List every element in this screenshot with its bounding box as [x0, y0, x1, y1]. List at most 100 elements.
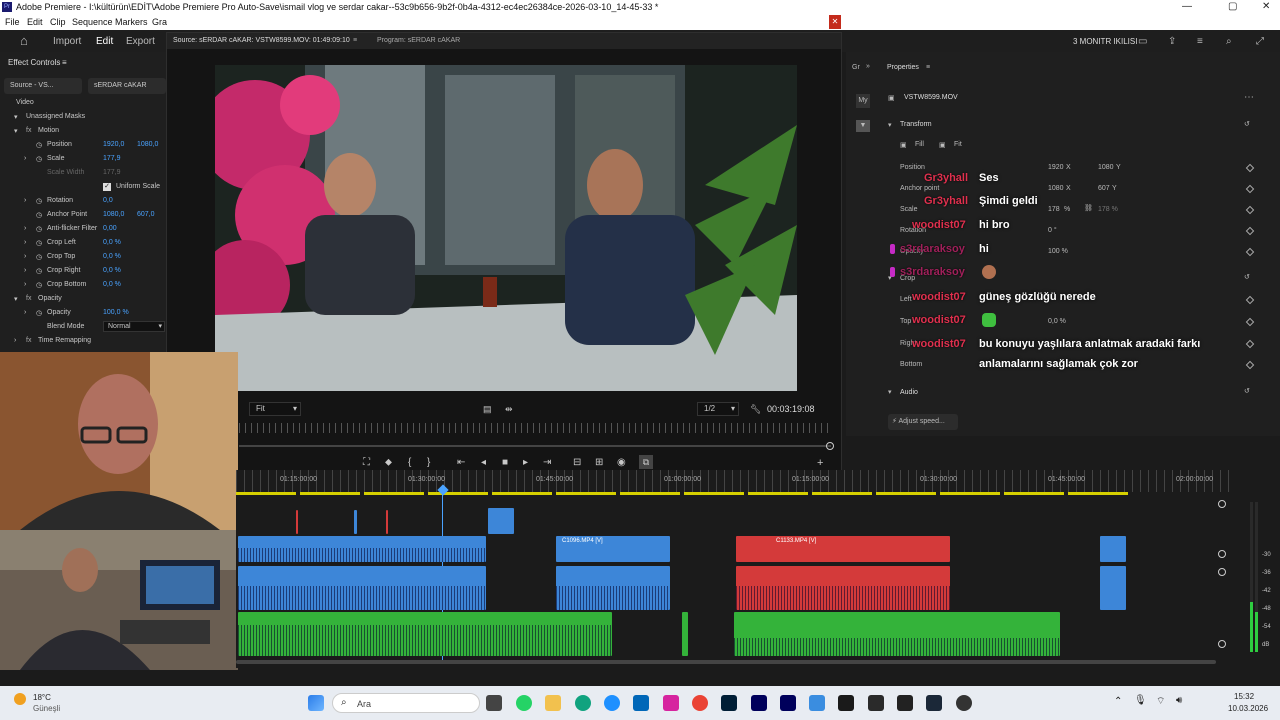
go-to-out-icon[interactable]: ⇥: [543, 457, 551, 468]
export-frame-icon[interactable]: ⛶: [363, 457, 370, 468]
chrome-icon[interactable]: [692, 695, 708, 711]
weather-temp[interactable]: 18°C: [33, 693, 51, 702]
panel-menu-icon[interactable]: ≡: [62, 58, 67, 67]
menu-markers[interactable]: Markers: [115, 17, 148, 27]
timeline-clip[interactable]: [1100, 536, 1126, 562]
properties-title[interactable]: Properties: [887, 64, 919, 71]
workspace-name[interactable]: 3 MONITR IKILISI: [1073, 37, 1137, 46]
anchor-y-value[interactable]: 607,0: [137, 211, 155, 218]
step-forward-icon[interactable]: ▸: [523, 457, 528, 468]
settings-icon[interactable]: ▤: [483, 404, 492, 415]
keyframe-icon[interactable]: [1245, 295, 1255, 305]
filter-icon[interactable]: ▼: [856, 120, 870, 132]
stopwatch-icon[interactable]: ◷: [36, 211, 42, 219]
position-y-value[interactable]: 1080,0: [137, 141, 158, 148]
chevron-down-icon[interactable]: ▾: [888, 121, 892, 129]
link-icon[interactable]: ⛓︎: [1084, 204, 1093, 212]
crop-top-value[interactable]: 0,0 %: [103, 253, 121, 260]
button-editor-icon[interactable]: ⧉: [639, 455, 653, 469]
mark-out-icon[interactable]: }: [427, 457, 430, 468]
fit-label[interactable]: Fit: [954, 141, 962, 148]
timeline-clip[interactable]: [238, 536, 486, 562]
rotation-value[interactable]: 0 °: [1048, 227, 1057, 234]
menu-clip[interactable]: Clip: [50, 17, 66, 27]
tab-source-monitor[interactable]: Source: sERDAR cAKAR: VSTW8599.MOV: 01:4…: [173, 37, 350, 44]
nvidia-icon[interactable]: [838, 695, 854, 711]
panel-icon[interactable]: ▭: [1138, 36, 1147, 47]
reset-icon[interactable]: ↺: [1244, 273, 1250, 281]
audio-clip[interactable]: [238, 612, 612, 656]
more-icon[interactable]: ⋯: [1244, 92, 1254, 103]
audio-clip[interactable]: [556, 566, 670, 610]
timeline-clip[interactable]: [386, 510, 388, 534]
chevron-double-icon[interactable]: »: [866, 63, 870, 70]
weather-sun-icon[interactable]: [14, 693, 26, 705]
marker-icon[interactable]: ⬥: [385, 457, 392, 468]
stopwatch-icon[interactable]: ◷: [36, 225, 42, 233]
blend-mode-select[interactable]: Normal ▾: [103, 321, 165, 332]
reset-icon[interactable]: ↺: [1244, 387, 1250, 395]
track-scroll-handle[interactable]: [1218, 640, 1226, 648]
zoom-fit-select[interactable]: Fit ▾: [249, 402, 301, 416]
anchor-x-value[interactable]: 1080: [1048, 185, 1064, 192]
keyframe-icon[interactable]: [1245, 360, 1255, 370]
scale-value[interactable]: 177,9: [103, 155, 121, 162]
app-icon[interactable]: [809, 695, 825, 711]
chevron-right-icon[interactable]: ›: [24, 197, 26, 204]
scrub-end-handle[interactable]: [826, 442, 834, 450]
close-icon[interactable]: ✕: [829, 15, 841, 29]
panel-menu-icon[interactable]: ≡: [353, 37, 357, 44]
time-remap-label[interactable]: Time Remapping: [38, 337, 91, 344]
keyframe-icon[interactable]: [1245, 205, 1255, 215]
add-button-icon[interactable]: +: [817, 457, 823, 469]
tab-source[interactable]: Source - VS...: [4, 78, 82, 94]
stopwatch-icon[interactable]: ◷: [36, 281, 42, 289]
track-scroll-handle[interactable]: [1218, 550, 1226, 558]
resolution-select[interactable]: 1/2 ▾: [697, 402, 739, 416]
chevron-right-icon[interactable]: ›: [24, 309, 26, 316]
uniform-scale-checkbox[interactable]: ✓: [103, 183, 111, 191]
volume-icon[interactable]: 🔊︎: [1176, 695, 1182, 706]
minimize-icon[interactable]: —: [1182, 1, 1192, 12]
stopwatch-icon[interactable]: ◷: [36, 155, 42, 163]
step-back-icon[interactable]: ◂: [481, 457, 486, 468]
my-tab[interactable]: My: [856, 94, 870, 108]
chevron-right-icon[interactable]: ›: [24, 253, 26, 260]
search-icon[interactable]: ⌕: [1226, 36, 1232, 47]
anchor-y-value[interactable]: 607: [1098, 185, 1110, 192]
app-icon[interactable]: [868, 695, 884, 711]
chevron-down-icon[interactable]: ▾: [888, 388, 892, 396]
maximize-icon[interactable]: ▢: [1228, 1, 1237, 12]
chevron-right-icon[interactable]: ›: [24, 239, 26, 246]
home-icon[interactable]: ⌂: [20, 33, 28, 48]
timeline-clip[interactable]: [296, 510, 298, 534]
export-tab[interactable]: Export: [126, 36, 155, 47]
stopwatch-icon[interactable]: ◷: [36, 267, 42, 275]
timeline-ruler[interactable]: [236, 470, 1236, 492]
fill-icon[interactable]: ▣: [900, 141, 907, 149]
chevron-right-icon[interactable]: ›: [24, 155, 26, 162]
weather-desc[interactable]: Güneşli: [33, 704, 60, 713]
fill-label[interactable]: Fill: [915, 141, 924, 148]
audio-clip[interactable]: [682, 612, 688, 656]
tab-sequence[interactable]: sERDAR cAKAR: [88, 78, 166, 94]
store-icon[interactable]: [633, 695, 649, 711]
premiere-icon[interactable]: [751, 695, 767, 711]
graphics-tab[interactable]: Gr: [852, 64, 860, 71]
task-view-icon[interactable]: [486, 695, 502, 711]
stopwatch-icon[interactable]: ◷: [36, 253, 42, 261]
timeline-clip[interactable]: [354, 510, 357, 534]
source-scrub-bar[interactable]: [239, 445, 831, 447]
timeline-clip[interactable]: C1096.MP4 [V]: [556, 536, 670, 562]
audio-clip[interactable]: [734, 612, 1060, 656]
menu-edit[interactable]: Edit: [27, 17, 43, 27]
whatsapp-icon[interactable]: [516, 695, 532, 711]
keyframe-icon[interactable]: [1245, 184, 1255, 194]
stopwatch-icon[interactable]: ◷: [36, 197, 42, 205]
crop-right-value[interactable]: 0,0 %: [103, 267, 121, 274]
instagram-icon[interactable]: [663, 695, 679, 711]
close-icon[interactable]: ✕: [1262, 1, 1270, 12]
wifi-icon[interactable]: ⌔: [1156, 695, 1165, 708]
audio-clip[interactable]: [736, 566, 950, 610]
edit-tab[interactable]: Edit: [96, 36, 113, 47]
